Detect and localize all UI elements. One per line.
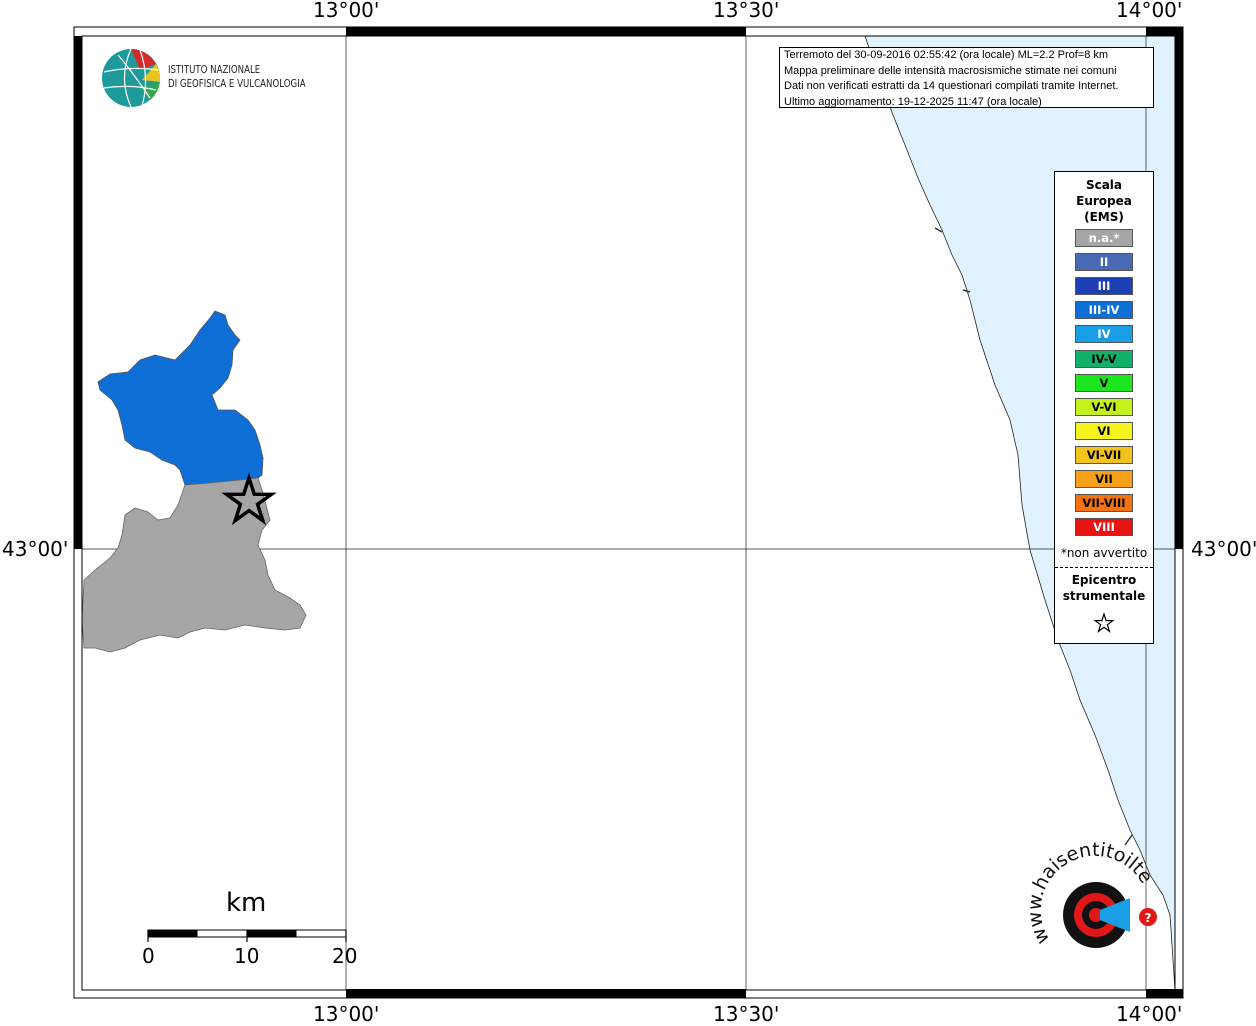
legend-title-line1: Scala <box>1085 178 1123 192</box>
logo-line1: ISTITUTO NAZIONALE <box>168 64 261 76</box>
legend-divider <box>1055 567 1153 568</box>
legend-note: *non avvertito <box>1060 546 1148 560</box>
lon-label-bottom-1300: 13°00' <box>313 1002 380 1026</box>
svg-text:?: ? <box>1145 911 1152 925</box>
info-line1: Terremoto del 30-09-2016 02:55:42 (ora l… <box>784 49 1109 61</box>
legend-swatch-vii-viii: VII-VIII <box>1075 494 1133 513</box>
lon-label-bottom-1400: 14°00' <box>1116 1002 1183 1026</box>
legend-epicenter-label: Epicentro strumentale <box>1055 572 1153 604</box>
legend-swatch-v: V <box>1075 373 1133 392</box>
lon-label-top-1330: 13°30' <box>713 0 780 22</box>
legend-epicenter-line2: strumentale <box>1062 589 1146 603</box>
info-line2: Mappa preliminare delle intensità macros… <box>784 64 1117 77</box>
scale-tick-10: 10 <box>234 944 260 968</box>
info-line3: Dati non verificati estratti da 14 quest… <box>784 80 1119 92</box>
lon-label-bottom-1330: 13°30' <box>713 1002 780 1026</box>
logo-line2: DI GEOFISICA E VULCANOLOGIA <box>168 78 306 90</box>
municipality-intensity-iii-iv[interactable] <box>97 310 264 486</box>
legend-title: Scala Europea (EMS) <box>1055 177 1153 225</box>
lat-label-right-4300: 43°00' <box>1191 537 1256 561</box>
scale-unit: km <box>226 888 267 918</box>
legend-swatch-ii: II <box>1075 253 1133 272</box>
municipality-not-felt[interactable] <box>81 477 307 653</box>
legend-swatch-vi-vii: VI-VII <box>1075 445 1133 464</box>
legend-epicenter-line1: Epicentro <box>1071 573 1137 587</box>
scale-tick-20: 20 <box>332 944 358 968</box>
scale-tick-0: 0 <box>142 944 155 968</box>
legend-swatch-vii: VII <box>1075 470 1133 488</box>
legend-title-line3: (EMS) <box>1084 210 1124 224</box>
legend-star-icon <box>1093 612 1115 633</box>
info-line4: Ultimo aggiornamento: 19-12-2025 11:47 (… <box>784 95 1042 108</box>
event-info-box: Terremoto del 30-09-2016 02:55:42 (ora l… <box>779 47 1154 108</box>
legend-swatch-v-vi: V-VI <box>1075 397 1133 416</box>
lon-label-top-1300: 13°00' <box>313 0 380 22</box>
scale-bar-graphic <box>147 929 347 942</box>
ems-legend: Scala Europea (EMS) n.a.* II III III-IV IV IV… <box>1054 171 1154 644</box>
legend-swatch-iii: III <box>1075 277 1133 296</box>
lat-label-left-4300: 43°00' <box>2 537 69 561</box>
legend-swatch-iv-v: IV-V <box>1075 349 1133 368</box>
legend-swatch-iv: IV <box>1075 325 1133 344</box>
legend-swatch-vi: VI <box>1075 421 1133 440</box>
legend-swatch-n-a: n.a.* <box>1075 229 1133 247</box>
ingv-logo-text: ISTITUTO NAZIONALE DI GEOFISICA E VULCAN… <box>168 63 306 91</box>
legend-swatch-iii-iv: III-IV <box>1075 301 1133 320</box>
ingv-globe-icon <box>102 48 161 108</box>
legend-title-line2: Europea <box>1076 194 1132 208</box>
lon-label-top-1400: 14°00' <box>1116 0 1183 22</box>
legend-swatch-viii: VIII <box>1075 518 1133 537</box>
